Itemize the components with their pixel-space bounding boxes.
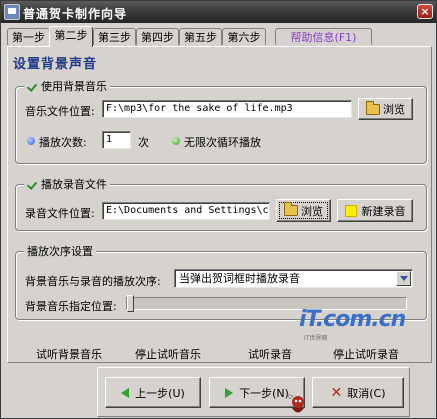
music-browse-button[interactable]: 浏览: [358, 98, 413, 120]
music-file-label: 音乐文件位置:: [25, 105, 95, 118]
tab-step-6[interactable]: 第六步: [222, 28, 266, 45]
record-browse-button[interactable]: 浏览: [276, 199, 331, 222]
tab-help[interactable]: 帮助信息(F1): [275, 28, 372, 45]
tab-step-3[interactable]: 第三步: [93, 28, 136, 45]
loop-label: 无限次循环播放: [184, 136, 261, 149]
close-icon: ✕: [330, 384, 343, 401]
stop-preview-recording-link[interactable]: 停止试听录音: [333, 346, 399, 362]
watermark-sub: IT世界网: [304, 335, 328, 342]
prev-step-label: 上一步(U): [135, 386, 185, 400]
music-browse-label: 浏览: [383, 103, 405, 116]
folder-icon: [366, 100, 380, 115]
bg-music-legend[interactable]: 使用背景音乐: [24, 79, 110, 94]
wizard-window: 普通贺卡制作向导 × 第一步 第二步 第三步 第四步 第五步 第六步 帮助信息(…: [0, 0, 437, 419]
play-order-legend: 播放次序设置: [24, 244, 96, 259]
new-recording-button[interactable]: 新建录音: [337, 199, 413, 222]
cancel-label: 取消(C): [347, 386, 386, 400]
record-file-input[interactable]: E:\Documents and Settings\cl:: [102, 202, 270, 220]
check-icon[interactable]: [27, 82, 37, 92]
tab-step-4[interactable]: 第四步: [136, 28, 179, 45]
position-label: 背景音乐指定位置:: [25, 300, 117, 313]
new-recording-label: 新建录音: [361, 204, 406, 218]
preview-recording-link[interactable]: 试听录音: [248, 346, 292, 362]
preview-bg-music-link[interactable]: 试听背景音乐: [36, 346, 102, 362]
tab-step-2[interactable]: 第二步: [49, 26, 93, 47]
play-count-radio[interactable]: [27, 137, 35, 145]
bg-music-checkbox-label: 使用背景音乐: [41, 80, 107, 93]
mascot-cursor-icon: [286, 393, 304, 413]
folder-icon: [284, 202, 298, 216]
arrow-right-icon: [225, 387, 234, 398]
recording-checkbox-label: 播放录音文件: [41, 178, 107, 191]
recording-legend[interactable]: 播放录音文件: [24, 177, 110, 192]
title-bar[interactable]: 普通贺卡制作向导 ×: [1, 1, 436, 23]
times-unit: 次: [138, 136, 149, 149]
stop-preview-bg-link[interactable]: 停止试听音乐: [135, 346, 201, 362]
arrow-left-icon: [121, 387, 130, 398]
record-icon: [344, 204, 357, 217]
loop-radio[interactable]: [172, 137, 180, 145]
app-icon: [4, 4, 20, 20]
order-select-value: 当弹出贺词框时播放录音: [179, 272, 300, 285]
window-title: 普通贺卡制作向导: [23, 7, 128, 21]
next-step-label: 下一步(N): [239, 386, 289, 400]
order-select[interactable]: 当弹出贺词框时播放录音: [174, 269, 413, 288]
slider-thumb[interactable]: [127, 295, 134, 312]
record-browse-label: 浏览: [301, 204, 323, 218]
chevron-down-icon[interactable]: [396, 271, 411, 286]
prev-step-button[interactable]: 上一步(U): [105, 377, 201, 408]
step-tabs: 第一步 第二步 第三步 第四步 第五步 第六步 帮助信息(F1): [7, 26, 432, 47]
play-count-input[interactable]: 1: [102, 131, 131, 149]
tab-step-5[interactable]: 第五步: [179, 28, 222, 45]
page-title: 设置背景声音: [13, 57, 98, 72]
play-count-label: 播放次数:: [39, 136, 87, 149]
order-label: 背景音乐与录音的播放次序:: [25, 275, 161, 288]
tab-step-1[interactable]: 第一步: [7, 28, 50, 45]
cancel-button[interactable]: ✕ 取消(C): [312, 377, 404, 408]
close-button[interactable]: ×: [417, 4, 433, 19]
check-icon[interactable]: [27, 180, 37, 190]
music-file-input[interactable]: F:\mp3\for the sake of life.mp3: [102, 100, 352, 118]
record-file-label: 录音文件位置:: [25, 207, 95, 220]
watermark-logo: iT.com.cn: [299, 307, 406, 332]
